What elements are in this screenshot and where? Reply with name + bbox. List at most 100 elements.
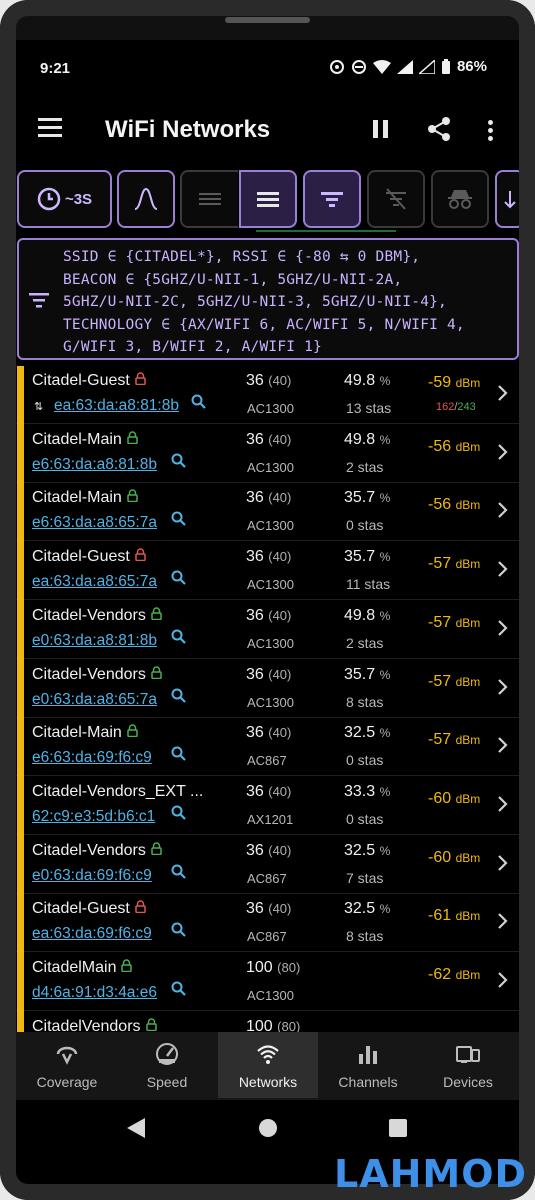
rssi-unit: dBm — [455, 851, 481, 865]
network-row[interactable]: CitadelMain d4:6a:91:d3:4a:e6 100 (80) AC13… — [16, 953, 519, 1012]
search-icon[interactable] — [171, 922, 187, 938]
chart-mode-button[interactable] — [117, 170, 175, 228]
menu-icon[interactable] — [38, 118, 64, 140]
search-icon[interactable] — [171, 688, 187, 704]
network-bssid-link[interactable]: e0:63:da:a8:65:7a — [32, 691, 157, 709]
nav-speed[interactable]: Speed — [117, 1032, 217, 1098]
chevron-right-icon[interactable] — [497, 502, 509, 518]
hidden-networks-button[interactable] — [431, 170, 489, 228]
channel-width: (40) — [268, 667, 292, 682]
clear-filter-button[interactable] — [367, 170, 425, 228]
wifi-icon — [257, 1045, 279, 1064]
search-icon[interactable] — [171, 981, 187, 997]
chevron-right-icon[interactable] — [497, 385, 509, 401]
network-row[interactable]: Citadel-Vendors_EXT ... 62:c9:e3:5d:b6:c1… — [16, 777, 519, 836]
sort-button[interactable] — [495, 170, 519, 228]
chevron-right-icon[interactable] — [497, 679, 509, 695]
signal-indicator-bar — [17, 777, 24, 836]
pause-icon[interactable] — [373, 120, 389, 138]
back-icon[interactable] — [127, 1118, 145, 1138]
more-options-icon[interactable] — [488, 120, 494, 141]
search-icon[interactable] — [171, 570, 187, 586]
signal-indicator-bar — [17, 1012, 24, 1032]
coverage-icon — [56, 1046, 78, 1065]
network-rssi: -57 dBm — [428, 555, 480, 573]
chevron-right-icon[interactable] — [497, 620, 509, 636]
ssid-label: Citadel-Vendors_EXT ... — [32, 783, 204, 800]
network-row[interactable]: Citadel-Vendors e0:63:da:69:f6:c9 36 (40) A… — [16, 836, 519, 895]
network-bssid-link[interactable]: e0:63:da:a8:81:8b — [32, 632, 157, 650]
network-row[interactable]: Citadel-Guest ⇅ ea:63:da:a8:81:8b 36 (40) AC… — [16, 366, 519, 425]
network-row[interactable]: Citadel-Guest ea:63:da:a8:65:7a 36 (40) AC1… — [16, 542, 519, 601]
ssid-label: Citadel-Guest — [32, 372, 130, 389]
network-bssid-link[interactable]: e6:63:da:a8:65:7a — [32, 514, 157, 532]
rssi-unit: dBm — [455, 376, 481, 390]
network-row[interactable]: Citadel-Main e6:63:da:a8:65:7a 36 (40) AC13… — [16, 483, 519, 542]
network-channel: 36 (40) — [246, 783, 291, 801]
network-bssid-link[interactable]: e6:63:da:a8:81:8b — [32, 456, 157, 474]
utilization-unit: % — [379, 668, 391, 682]
share-icon[interactable] — [426, 116, 452, 142]
ssid-label: CitadelVendors — [32, 1018, 141, 1032]
chevron-right-icon[interactable] — [497, 737, 509, 753]
nav-networks[interactable]: Networks — [218, 1032, 318, 1098]
search-icon[interactable] — [191, 394, 207, 410]
scan-interval-button[interactable]: ~3S — [17, 170, 112, 228]
channel-utilization: 35.7 % — [344, 489, 390, 507]
network-row[interactable]: Citadel-Main e6:63:da:a8:81:8b 36 (40) AC13… — [16, 425, 519, 484]
utilization-unit: % — [379, 844, 391, 858]
utilization-unit: % — [379, 374, 391, 388]
active-filter-box[interactable]: SSID ∈ {CITADEL*}, RSSI ∈ {-80 ⇆ 0 DBM},… — [17, 238, 519, 360]
nav-devices[interactable]: Devices — [418, 1032, 518, 1098]
rssi-unit: dBm — [455, 498, 481, 512]
network-standard: AC1300 — [247, 577, 294, 592]
channel-width: (40) — [268, 843, 292, 858]
search-icon[interactable] — [171, 746, 187, 762]
network-bssid-link[interactable]: d4:6a:91:d3:4a:e6 — [32, 984, 157, 1002]
network-bssid-link[interactable]: 62:c9:e3:5d:b6:c1 — [32, 808, 155, 826]
utilization-value: 32.5 — [344, 900, 376, 917]
ssid-label: Citadel-Main — [32, 431, 122, 448]
search-icon[interactable] — [171, 864, 187, 880]
chevron-right-icon[interactable] — [497, 444, 509, 460]
signal-indicator-bar — [17, 836, 24, 895]
search-icon[interactable] — [171, 629, 187, 645]
station-count: 11 stas — [346, 576, 391, 592]
home-icon[interactable] — [259, 1119, 277, 1137]
filter-button[interactable] — [303, 170, 361, 228]
nav-coverage[interactable]: Coverage — [17, 1032, 117, 1098]
compact-list-button[interactable] — [180, 170, 238, 228]
nav-channels[interactable]: Channels — [318, 1032, 418, 1098]
network-bssid-link[interactable]: e0:63:da:69:f6:c9 — [32, 867, 152, 885]
network-row[interactable]: Citadel-Vendors e0:63:da:a8:81:8b 36 (40) A… — [16, 601, 519, 660]
network-row[interactable]: Citadel-Vendors e0:63:da:a8:65:7a 36 (40) A… — [16, 660, 519, 719]
nav-coverage-label: Coverage — [36, 1074, 98, 1090]
ssid-label: CitadelMain — [32, 959, 117, 976]
search-icon[interactable] — [171, 511, 187, 527]
network-list: Citadel-Guest ⇅ ea:63:da:a8:81:8b 36 (40) AC… — [16, 366, 519, 1032]
network-bssid-link[interactable]: e6:63:da:69:f6:c9 — [32, 749, 152, 767]
rssi-unit: dBm — [455, 440, 481, 454]
network-row[interactable]: CitadelVendors 100 (80) — [16, 1012, 519, 1032]
chevron-right-icon[interactable] — [497, 913, 509, 929]
network-channel: 36 (40) — [246, 666, 291, 684]
network-bssid-link[interactable]: ea:63:da:a8:65:7a — [32, 573, 157, 591]
utilization-unit: % — [379, 902, 391, 916]
network-bssid-link[interactable]: ea:63:da:a8:81:8b — [54, 397, 179, 415]
rssi-unit: dBm — [455, 733, 481, 747]
chevron-right-icon[interactable] — [497, 972, 509, 988]
network-standard: AC867 — [247, 929, 287, 944]
ssid-label: Citadel-Guest — [32, 900, 130, 917]
network-bssid-link[interactable]: ea:63:da:69:f6:c9 — [32, 925, 152, 943]
recent-apps-icon[interactable] — [389, 1119, 407, 1137]
search-icon[interactable] — [171, 453, 187, 469]
station-count: 2 stas — [346, 635, 384, 651]
network-row[interactable]: Citadel-Main e6:63:da:69:f6:c9 36 (40) AC86… — [16, 718, 519, 777]
utilization-unit: % — [379, 433, 391, 447]
chevron-right-icon[interactable] — [497, 855, 509, 871]
network-row[interactable]: Citadel-Guest ea:63:da:69:f6:c9 36 (40) AC8… — [16, 894, 519, 953]
chevron-right-icon[interactable] — [497, 561, 509, 577]
detailed-list-button[interactable] — [239, 170, 297, 228]
search-icon[interactable] — [171, 805, 187, 821]
chevron-right-icon[interactable] — [497, 796, 509, 812]
